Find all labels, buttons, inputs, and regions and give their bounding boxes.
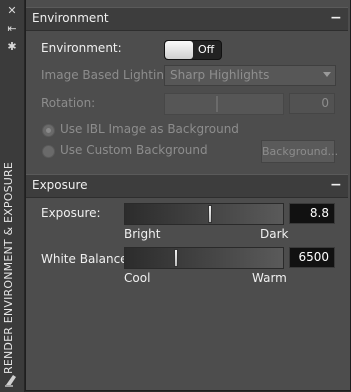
exposure-label: Exposure: [41,206,101,220]
exposure-dark-caption: Dark [260,227,289,241]
rotation-value-field[interactable]: 0 [289,93,335,114]
ibl-background-radio[interactable] [42,124,55,137]
chevron-down-icon [323,72,331,77]
background-button[interactable]: Background... [261,140,338,163]
exposure-section-header[interactable]: Exposure − [26,174,348,198]
exposure-slider[interactable] [124,203,284,225]
toggle-state-text: Off [198,43,215,56]
custom-background-radio[interactable] [42,145,55,158]
white-balance-value-field[interactable]: 6500 [289,247,335,268]
collapse-icon[interactable]: − [330,11,342,26]
ibl-label: Image Based Lighting: [41,68,176,82]
environment-toggle[interactable]: Off [164,40,222,60]
white-balance-slider-thumb[interactable] [174,249,178,267]
rotation-label: Rotation: [41,96,96,110]
collapse-icon[interactable]: − [330,178,342,193]
toggle-knob [165,41,193,59]
properties-panel: Environment − Environment: Off Image Bas… [25,0,351,391]
environment-section-header[interactable]: Environment − [26,7,348,31]
palette-sidebar: ✕ ⇤ ✱ RENDER ENVIRONMENT & EXPOSURE [0,0,25,392]
gear-icon[interactable]: ✱ [4,40,20,54]
rotation-slider-thumb[interactable] [215,95,219,113]
ibl-background-label: Use IBL Image as Background [60,122,239,136]
exposure-value-field[interactable]: 8.8 [289,203,335,224]
white-balance-slider[interactable] [124,247,284,269]
environment-label: Environment: [41,41,122,55]
exposure-section-title: Exposure [32,178,88,192]
white-balance-label: White Balance: [41,252,132,266]
white-balance-warm-caption: Warm [252,271,287,285]
rotation-slider[interactable] [164,93,284,115]
palette-icon[interactable] [4,372,20,388]
environment-section-title: Environment [32,11,109,25]
custom-background-label: Use Custom Background [60,143,208,157]
close-icon[interactable]: ✕ [4,4,20,18]
pin-icon[interactable]: ⇤ [4,22,20,36]
ibl-select-value: Sharp Highlights [170,68,270,82]
ibl-select[interactable]: Sharp Highlights [164,65,336,86]
white-balance-cool-caption: Cool [124,271,151,285]
exposure-bright-caption: Bright [124,227,161,241]
exposure-slider-thumb[interactable] [208,205,212,223]
